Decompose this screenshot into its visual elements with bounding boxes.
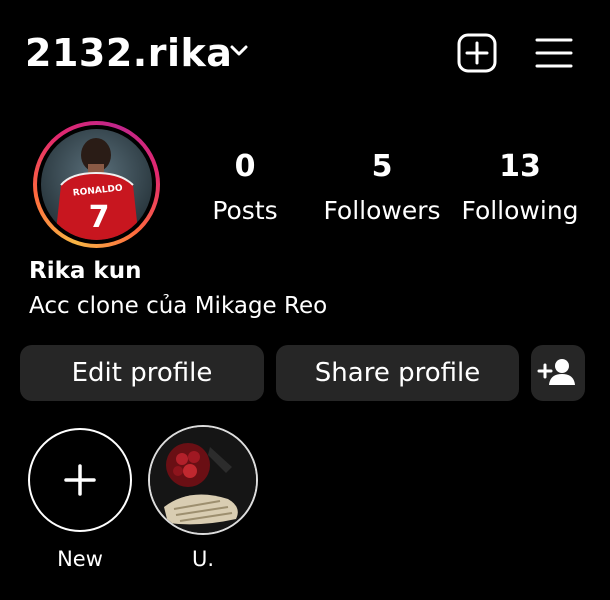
username-title[interactable]: 2132.rika	[25, 26, 232, 80]
avatar-border: RONALDO 7	[37, 125, 156, 244]
posts-stat[interactable]: 0 Posts	[205, 147, 285, 229]
following-stat[interactable]: 13 Following	[460, 147, 580, 229]
avatar-image: RONALDO 7	[41, 129, 152, 240]
followers-label: Followers	[323, 196, 441, 225]
following-count: 13	[499, 149, 541, 184]
hamburger-menu-icon[interactable]	[534, 36, 574, 70]
edit-profile-button[interactable]: Edit profile	[20, 345, 264, 401]
posts-label: Posts	[212, 196, 278, 225]
chevron-down-icon[interactable]	[229, 41, 249, 61]
profile-header: 2132.rika	[0, 0, 610, 110]
discover-people-button[interactable]	[531, 345, 585, 401]
new-highlight-button[interactable]	[28, 428, 132, 532]
highlight-label-new: New	[57, 547, 103, 571]
jersey-number: 7	[89, 200, 110, 235]
followers-stat[interactable]: 5 Followers	[322, 147, 442, 229]
add-person-icon	[537, 359, 575, 385]
following-label: Following	[461, 196, 579, 225]
avatar-picture: RONALDO 7	[41, 129, 152, 240]
display-name: Rika kun	[29, 258, 142, 284]
plus-icon	[64, 464, 96, 496]
followers-count: 5	[371, 149, 393, 184]
profile-avatar[interactable]: RONALDO 7	[33, 121, 160, 248]
share-profile-button[interactable]: Share profile	[276, 345, 519, 401]
highlight-label-u: U.	[191, 547, 215, 571]
bio-text: Acc clone của Mikage Reo	[29, 293, 328, 319]
plus-square-icon[interactable]	[456, 32, 498, 74]
posts-count: 0	[234, 149, 256, 184]
highlight-u[interactable]	[148, 425, 258, 535]
highlight-cover-image	[150, 427, 256, 533]
